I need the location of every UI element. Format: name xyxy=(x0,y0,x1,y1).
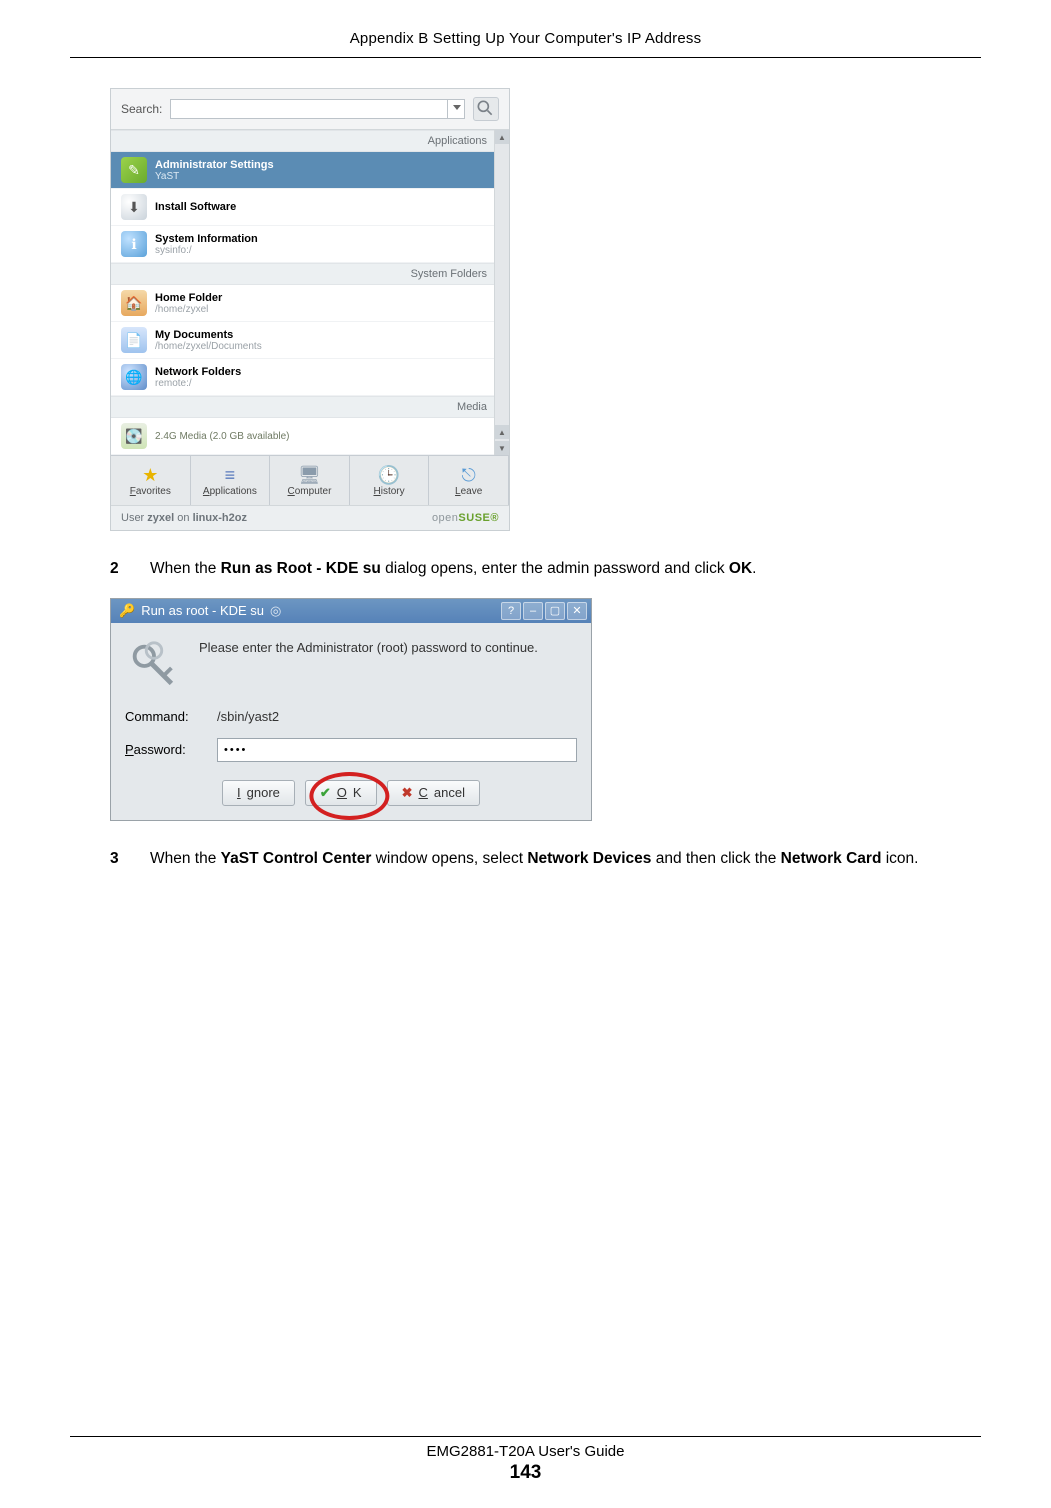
app-icon: 🔑 xyxy=(119,603,135,619)
step-text: . xyxy=(752,560,756,577)
item-sublabel: remote:/ xyxy=(155,378,241,389)
home-icon: 🏠 xyxy=(121,290,147,316)
scroll-up-icon[interactable]: ▲ xyxy=(495,130,509,144)
password-label: Password: xyxy=(125,742,209,757)
close-button[interactable]: ✕ xyxy=(567,602,587,620)
step-text: icon. xyxy=(881,850,918,867)
volume-icon: ◎ xyxy=(270,603,281,619)
step-bold: Run as Root - KDE su xyxy=(221,560,381,577)
step-bold: OK xyxy=(729,560,752,577)
network-icon: 🌐 xyxy=(121,364,147,390)
item-install-software[interactable]: ⬇ Install Software xyxy=(111,189,509,226)
step-bold: Network Devices xyxy=(527,850,651,867)
item-sublabel: YaST xyxy=(155,171,274,182)
category-applications: Applications xyxy=(111,130,509,152)
tab-history[interactable]: 🕒History xyxy=(350,456,430,505)
search-input[interactable] xyxy=(170,99,465,119)
help-button[interactable]: ? xyxy=(501,602,521,620)
step-text: and then click the xyxy=(651,850,780,867)
status-host: linux-h2oz xyxy=(193,512,247,524)
status-on: on xyxy=(174,512,192,524)
dialog-title: Run as root - KDE su xyxy=(141,603,264,618)
status-user: zyxel xyxy=(147,512,174,524)
tab-applications[interactable]: ≡Applications xyxy=(191,456,271,505)
header-rule xyxy=(70,57,981,58)
brand-suse: SUSE xyxy=(458,512,490,524)
category-system-folders: System Folders xyxy=(111,263,509,285)
cancel-button[interactable]: ✖ Cancel xyxy=(387,780,480,806)
item-label: Home Folder xyxy=(155,292,222,304)
item-label: Administrator Settings xyxy=(155,159,274,171)
install-icon: ⬇ xyxy=(121,194,147,220)
status-user-prefix: User xyxy=(121,512,147,524)
x-icon: ✖ xyxy=(402,785,413,801)
check-icon: ✔ xyxy=(320,785,331,801)
item-my-documents[interactable]: 📄 My Documents/home/zyxel/Documents xyxy=(111,322,509,359)
step-number: 3 xyxy=(110,847,126,872)
page-number: 143 xyxy=(70,1462,981,1484)
item-sublabel: sysinfo:/ xyxy=(155,245,258,256)
tab-computer[interactable]: 🖥Computer xyxy=(270,456,350,505)
step-text: window opens, select xyxy=(371,850,527,867)
keys-icon xyxy=(125,637,183,695)
step-bold: Network Card xyxy=(781,850,882,867)
magnifier-icon[interactable] xyxy=(473,97,499,121)
scrollbar-media[interactable]: ▲ ▼ xyxy=(494,425,509,455)
step-bold: YaST Control Center xyxy=(221,850,372,867)
step-text: When the xyxy=(150,850,221,867)
page-header: Appendix B Setting Up Your Computer's IP… xyxy=(70,30,981,47)
item-sublabel: /home/zyxel/Documents xyxy=(155,341,262,352)
item-network-folders[interactable]: 🌐 Network Foldersremote:/ xyxy=(111,359,509,396)
item-label: My Documents xyxy=(155,329,262,341)
item-label: 2.4G Media (2.0 GB available) xyxy=(155,431,290,442)
item-administrator-settings[interactable]: ✎ Administrator SettingsYaST xyxy=(111,152,509,189)
brand-prefix: open xyxy=(432,512,458,524)
scroll-down-icon[interactable]: ▼ xyxy=(495,441,509,455)
scroll-up-icon[interactable]: ▲ xyxy=(495,425,509,439)
command-value: /sbin/yast2 xyxy=(217,709,279,724)
tab-leave[interactable]: ⎋Leave xyxy=(429,456,509,505)
step-2: 2 When the Run as Root - KDE su dialog o… xyxy=(110,557,981,582)
item-system-information[interactable]: ℹ System Informationsysinfo:/ xyxy=(111,226,509,263)
page-footer: EMG2881-T20A User's Guide 143 xyxy=(70,1428,981,1484)
kdesu-dialog: 🔑 Run as root - KDE su ◎ ? – ▢ ✕ Please … xyxy=(110,598,592,821)
item-media-drive[interactable]: 💽 2.4G Media (2.0 GB available) xyxy=(111,418,509,455)
dialog-message: Please enter the Administrator (root) pa… xyxy=(199,637,538,657)
search-label: Search: xyxy=(121,102,162,116)
documents-icon: 📄 xyxy=(121,327,147,353)
item-label: Network Folders xyxy=(155,366,241,378)
kickoff-statusbar: User zyxel on linux-h2oz openSUSE® xyxy=(111,505,509,530)
footer-guide: EMG2881-T20A User's Guide xyxy=(70,1443,981,1460)
item-label: Install Software xyxy=(155,201,236,213)
kickoff-tabs: ★FFavoritesavorites ≡Applications 🖥Compu… xyxy=(111,455,509,505)
maximize-button[interactable]: ▢ xyxy=(545,602,565,620)
item-home-folder[interactable]: 🏠 Home Folder/home/zyxel xyxy=(111,285,509,322)
password-input[interactable]: •••• xyxy=(217,738,577,762)
item-sublabel: /home/zyxel xyxy=(155,304,222,315)
drive-icon: 💽 xyxy=(121,423,147,449)
step-number: 2 xyxy=(110,557,126,582)
category-media: Media xyxy=(111,396,509,418)
password-dots: •••• xyxy=(224,744,247,756)
dialog-titlebar[interactable]: 🔑 Run as root - KDE su ◎ ? – ▢ ✕ xyxy=(111,599,591,623)
tab-favorites[interactable]: ★FFavoritesavorites xyxy=(111,456,191,505)
minimize-button[interactable]: – xyxy=(523,602,543,620)
command-label: Command: xyxy=(125,709,209,724)
ok-button[interactable]: ✔ OK xyxy=(305,780,377,806)
scrollbar[interactable]: ▲ ▼ xyxy=(494,130,509,455)
sysinfo-icon: ℹ xyxy=(121,231,147,257)
step-text: dialog opens, enter the admin password a… xyxy=(381,560,729,577)
item-label: System Information xyxy=(155,233,258,245)
step-text: When the xyxy=(150,560,221,577)
kickoff-screenshot: Search: ▲ ▼ Applications ✎ Administrator… xyxy=(110,88,510,531)
step-3: 3 When the YaST Control Center window op… xyxy=(110,847,981,872)
yast-icon: ✎ xyxy=(121,157,147,183)
ignore-button[interactable]: Ignore xyxy=(222,780,295,806)
